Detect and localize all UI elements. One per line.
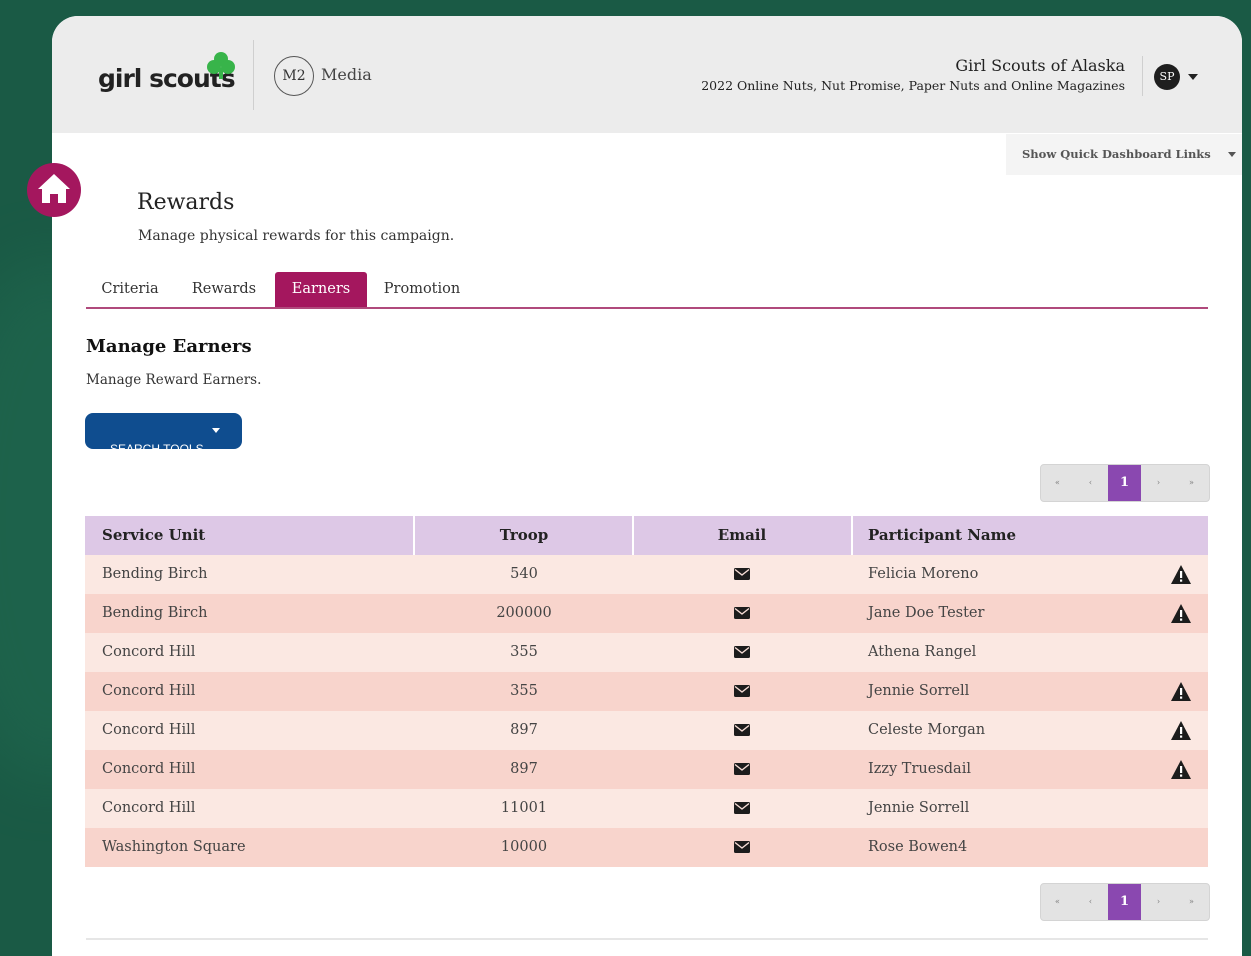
email-icon[interactable] bbox=[633, 594, 851, 633]
warning-icon[interactable] bbox=[1170, 720, 1192, 741]
service-unit-cell: Bending Birch bbox=[102, 605, 208, 621]
first-page-button[interactable]: « bbox=[1041, 884, 1074, 920]
column-email[interactable]: Email bbox=[633, 516, 851, 555]
service-unit-cell: Concord Hill bbox=[102, 644, 196, 660]
email-icon[interactable] bbox=[633, 789, 851, 828]
table-header: Service Unit Troop Email Participant Nam… bbox=[85, 516, 1208, 555]
troop-cell: 897 bbox=[510, 761, 538, 777]
table-row[interactable]: Washington Square 10000 Rose Bowen4 bbox=[85, 828, 1208, 867]
app-window: girl scouts M2 Media Girl Scouts of Alas… bbox=[52, 16, 1242, 956]
troop-cell: 10000 bbox=[500, 839, 548, 855]
table-row[interactable]: Bending Birch 200000 Jane Doe Tester bbox=[85, 594, 1208, 633]
participant-name-cell: Jennie Sorrell bbox=[868, 683, 970, 699]
column-divider bbox=[851, 516, 853, 555]
troop-cell: 897 bbox=[510, 722, 538, 738]
home-button[interactable] bbox=[27, 163, 81, 217]
page-1-button[interactable]: 1 bbox=[1108, 465, 1141, 501]
top-header: girl scouts M2 Media Girl Scouts of Alas… bbox=[52, 16, 1242, 133]
pagination-bottom: « ‹ 1 › » bbox=[1040, 883, 1210, 921]
warning-icon[interactable] bbox=[1170, 681, 1192, 702]
table-row[interactable]: Concord Hill 355 Athena Rangel bbox=[85, 633, 1208, 672]
column-troop[interactable]: Troop bbox=[415, 516, 633, 555]
participant-name-cell: Jennie Sorrell bbox=[868, 800, 970, 816]
troop-cell: 355 bbox=[510, 644, 538, 660]
user-avatar[interactable]: SP bbox=[1154, 64, 1180, 90]
section-subtitle: Manage Reward Earners. bbox=[86, 372, 262, 388]
earners-table: Service Unit Troop Email Participant Nam… bbox=[85, 516, 1208, 867]
quick-links-label: Show Quick Dashboard Links bbox=[1022, 147, 1211, 161]
table-row[interactable]: Bending Birch 540 Felicia Moreno bbox=[85, 555, 1208, 594]
column-service-unit[interactable]: Service Unit bbox=[102, 516, 205, 555]
service-unit-cell: Concord Hill bbox=[102, 722, 196, 738]
column-participant-name[interactable]: Participant Name bbox=[868, 516, 1016, 555]
table-body: Bending Birch 540 Felicia Moreno Bending Bi… bbox=[85, 555, 1208, 867]
email-icon[interactable] bbox=[633, 555, 851, 594]
logo-divider bbox=[253, 40, 254, 110]
table-row[interactable]: Concord Hill 897 Izzy Truesdail bbox=[85, 750, 1208, 789]
table-row[interactable]: Concord Hill 11001 Jennie Sorrell bbox=[85, 789, 1208, 828]
page-subtitle: Manage physical rewards for this campaig… bbox=[138, 228, 455, 244]
tab-promotion[interactable]: Promotion bbox=[367, 272, 477, 307]
service-unit-cell: Concord Hill bbox=[102, 800, 196, 816]
m2-media-label: Media bbox=[321, 65, 372, 84]
troop-cell: 11001 bbox=[500, 800, 548, 816]
campaign-name: 2022 Online Nuts, Nut Promise, Paper Nut… bbox=[701, 78, 1125, 93]
caret-down-icon bbox=[1228, 152, 1236, 157]
email-icon[interactable] bbox=[633, 828, 851, 867]
email-icon[interactable] bbox=[633, 633, 851, 672]
troop-cell: 355 bbox=[510, 683, 538, 699]
warning-icon[interactable] bbox=[1170, 759, 1192, 780]
last-page-button[interactable]: » bbox=[1175, 884, 1208, 920]
warning-icon[interactable] bbox=[1170, 564, 1192, 585]
next-page-button[interactable]: › bbox=[1142, 465, 1175, 501]
email-icon[interactable] bbox=[633, 672, 851, 711]
next-page-button[interactable]: › bbox=[1142, 884, 1175, 920]
tab-earners[interactable]: Earners bbox=[275, 272, 367, 307]
tab-bar: Criteria Rewards Earners Promotion bbox=[86, 272, 1208, 309]
participant-name-cell: Rose Bowen4 bbox=[868, 839, 968, 855]
search-tools-label: SEARCH TOOLS bbox=[110, 442, 204, 456]
prev-page-button[interactable]: ‹ bbox=[1074, 884, 1107, 920]
table-row[interactable]: Concord Hill 355 Jennie Sorrell bbox=[85, 672, 1208, 711]
service-unit-cell: Bending Birch bbox=[102, 566, 208, 582]
participant-name-cell: Felicia Moreno bbox=[868, 566, 979, 582]
troop-cell: 540 bbox=[510, 566, 538, 582]
tab-criteria[interactable]: Criteria bbox=[86, 272, 174, 307]
section-title: Manage Earners bbox=[86, 336, 252, 357]
troop-cell: 200000 bbox=[496, 605, 552, 621]
table-row[interactable]: Concord Hill 897 Celeste Morgan bbox=[85, 711, 1208, 750]
service-unit-cell: Washington Square bbox=[102, 839, 246, 855]
m2-logo-icon: M2 bbox=[274, 56, 314, 96]
participant-name-cell: Jane Doe Tester bbox=[868, 605, 985, 621]
quick-dashboard-links-toggle[interactable]: Show Quick Dashboard Links bbox=[1006, 134, 1242, 175]
last-page-button[interactable]: » bbox=[1175, 465, 1208, 501]
caret-down-icon bbox=[212, 428, 220, 433]
footer-divider bbox=[86, 938, 1208, 940]
tab-rewards[interactable]: Rewards bbox=[174, 272, 274, 307]
home-icon bbox=[38, 174, 70, 203]
warning-icon[interactable] bbox=[1170, 603, 1192, 624]
page-1-button[interactable]: 1 bbox=[1108, 884, 1141, 920]
prev-page-button[interactable]: ‹ bbox=[1074, 465, 1107, 501]
trefoil-icon bbox=[207, 52, 235, 79]
email-icon[interactable] bbox=[633, 711, 851, 750]
search-tools-button[interactable]: SEARCH TOOLS bbox=[85, 413, 242, 456]
email-icon[interactable] bbox=[633, 750, 851, 789]
user-divider bbox=[1142, 56, 1143, 96]
participant-name-cell: Athena Rangel bbox=[868, 644, 977, 660]
service-unit-cell: Concord Hill bbox=[102, 761, 196, 777]
user-menu-caret-icon[interactable] bbox=[1188, 74, 1198, 80]
pagination-top: « ‹ 1 › » bbox=[1040, 464, 1210, 502]
page-title: Rewards bbox=[137, 190, 235, 215]
participant-name-cell: Izzy Truesdail bbox=[868, 761, 971, 777]
service-unit-cell: Concord Hill bbox=[102, 683, 196, 699]
first-page-button[interactable]: « bbox=[1041, 465, 1074, 501]
participant-name-cell: Celeste Morgan bbox=[868, 722, 986, 738]
org-name: Girl Scouts of Alaska bbox=[955, 56, 1125, 75]
